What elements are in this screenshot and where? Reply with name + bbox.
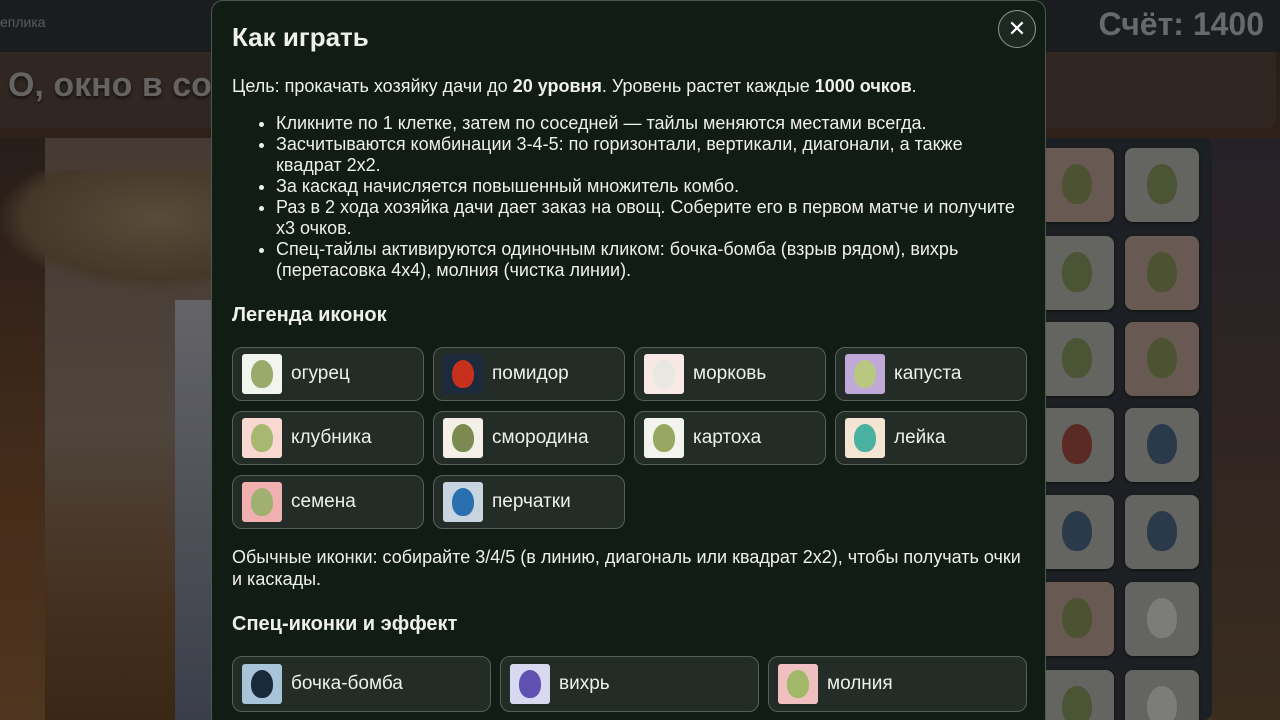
regular-icons-note: Обычные иконки: собирайте 3/4/5 (в линию… [232,547,1021,589]
modal-title: Как играть [232,22,369,52]
legend-item-lightning: молния [768,656,1027,712]
legend-label: лейка [894,427,946,448]
legend-label: перчатки [492,491,571,512]
gloves-icon [443,482,483,522]
lightning-icon [778,664,818,704]
potato-icon-glyph [653,424,675,452]
goal-suffix: . [911,76,917,96]
legend-label: молния [827,673,893,694]
watering-can-icon-glyph [854,424,876,452]
close-button[interactable]: ✕ [998,10,1036,48]
rule-item: Раз в 2 хода хозяйка дачи дает заказ на … [276,197,1025,239]
how-to-play-modal: Как играть ✕ Цель: прокачать хозяйку дач… [211,0,1046,720]
rule-item: Кликните по 1 клетке, затем по соседней … [276,113,1025,134]
legend-label: огурец [291,363,350,384]
potato-icon [644,418,684,458]
tomato-icon-glyph [452,360,474,388]
rule-item: Засчитываются комбинации 3-4-5: по гориз… [276,134,1025,176]
legend-label: помидор [492,363,569,384]
legend-label: смородина [492,427,589,448]
special-heading: Спец-иконки и эффект [232,613,458,635]
currant-icon-glyph [452,424,474,452]
goal-prefix: Цель: прокачать хозяйку дачи до [232,76,513,96]
goal-text: Цель: прокачать хозяйку дачи до 20 уровн… [232,74,1025,98]
goal-level: 20 уровня [512,76,602,96]
legend-item-seeds: семена [232,475,424,529]
legend-item-carrot: морковь [634,347,826,401]
legend-label: клубника [291,427,372,448]
barrel-bomb-icon [242,664,282,704]
legend-item-strawberry: клубника [232,411,424,465]
gloves-icon-glyph [452,488,474,516]
legend-item-gloves: перчатки [433,475,625,529]
legend-item-currant: смородина [433,411,625,465]
rules-list: Кликните по 1 клетке, затем по соседней … [232,113,1025,281]
legend-item-cucumber: огурец [232,347,424,401]
goal-middle: . Уровень растет каждые [601,76,815,96]
whirl-icon [510,664,550,704]
cucumber-icon-glyph [251,360,273,388]
rule-item: Спец-тайлы активируются одиночным кликом… [276,239,1025,281]
carrot-icon [644,354,684,394]
cabbage-icon [845,354,885,394]
legend-label: вихрь [559,673,610,694]
legend-item-tomato: помидор [433,347,625,401]
tomato-icon [443,354,483,394]
seeds-icon [242,482,282,522]
legend-grid: огурец помидор морковь капуста клубника сморо… [232,347,1027,529]
legend-label: бочка-бомба [291,673,403,694]
legend-label: семена [291,491,356,512]
strawberry-icon-glyph [251,424,273,452]
close-icon: ✕ [1007,16,1027,41]
legend-label: картоха [693,427,762,448]
legend-item-whirl: вихрь [500,656,759,712]
currant-icon [443,418,483,458]
cabbage-icon-glyph [854,360,876,388]
whirl-icon-glyph [519,670,541,698]
special-grid: бочка-бомба вихрь молния [232,656,1027,712]
legend-item-watering-can: лейка [835,411,1027,465]
rule-item: За каскад начисляется повышенный множите… [276,176,1025,197]
legend-label: морковь [693,363,767,384]
seeds-icon-glyph [251,488,273,516]
barrel-bomb-icon-glyph [251,670,273,698]
goal-points: 1000 очков [814,76,912,96]
carrot-icon-glyph [653,360,675,388]
cucumber-icon [242,354,282,394]
lightning-icon-glyph [787,670,809,698]
legend-heading: Легенда иконок [232,304,387,326]
legend-item-potato: картоха [634,411,826,465]
watering-can-icon [845,418,885,458]
legend-label: капуста [894,363,962,384]
legend-item-barrel-bomb: бочка-бомба [232,656,491,712]
legend-item-cabbage: капуста [835,347,1027,401]
strawberry-icon [242,418,282,458]
